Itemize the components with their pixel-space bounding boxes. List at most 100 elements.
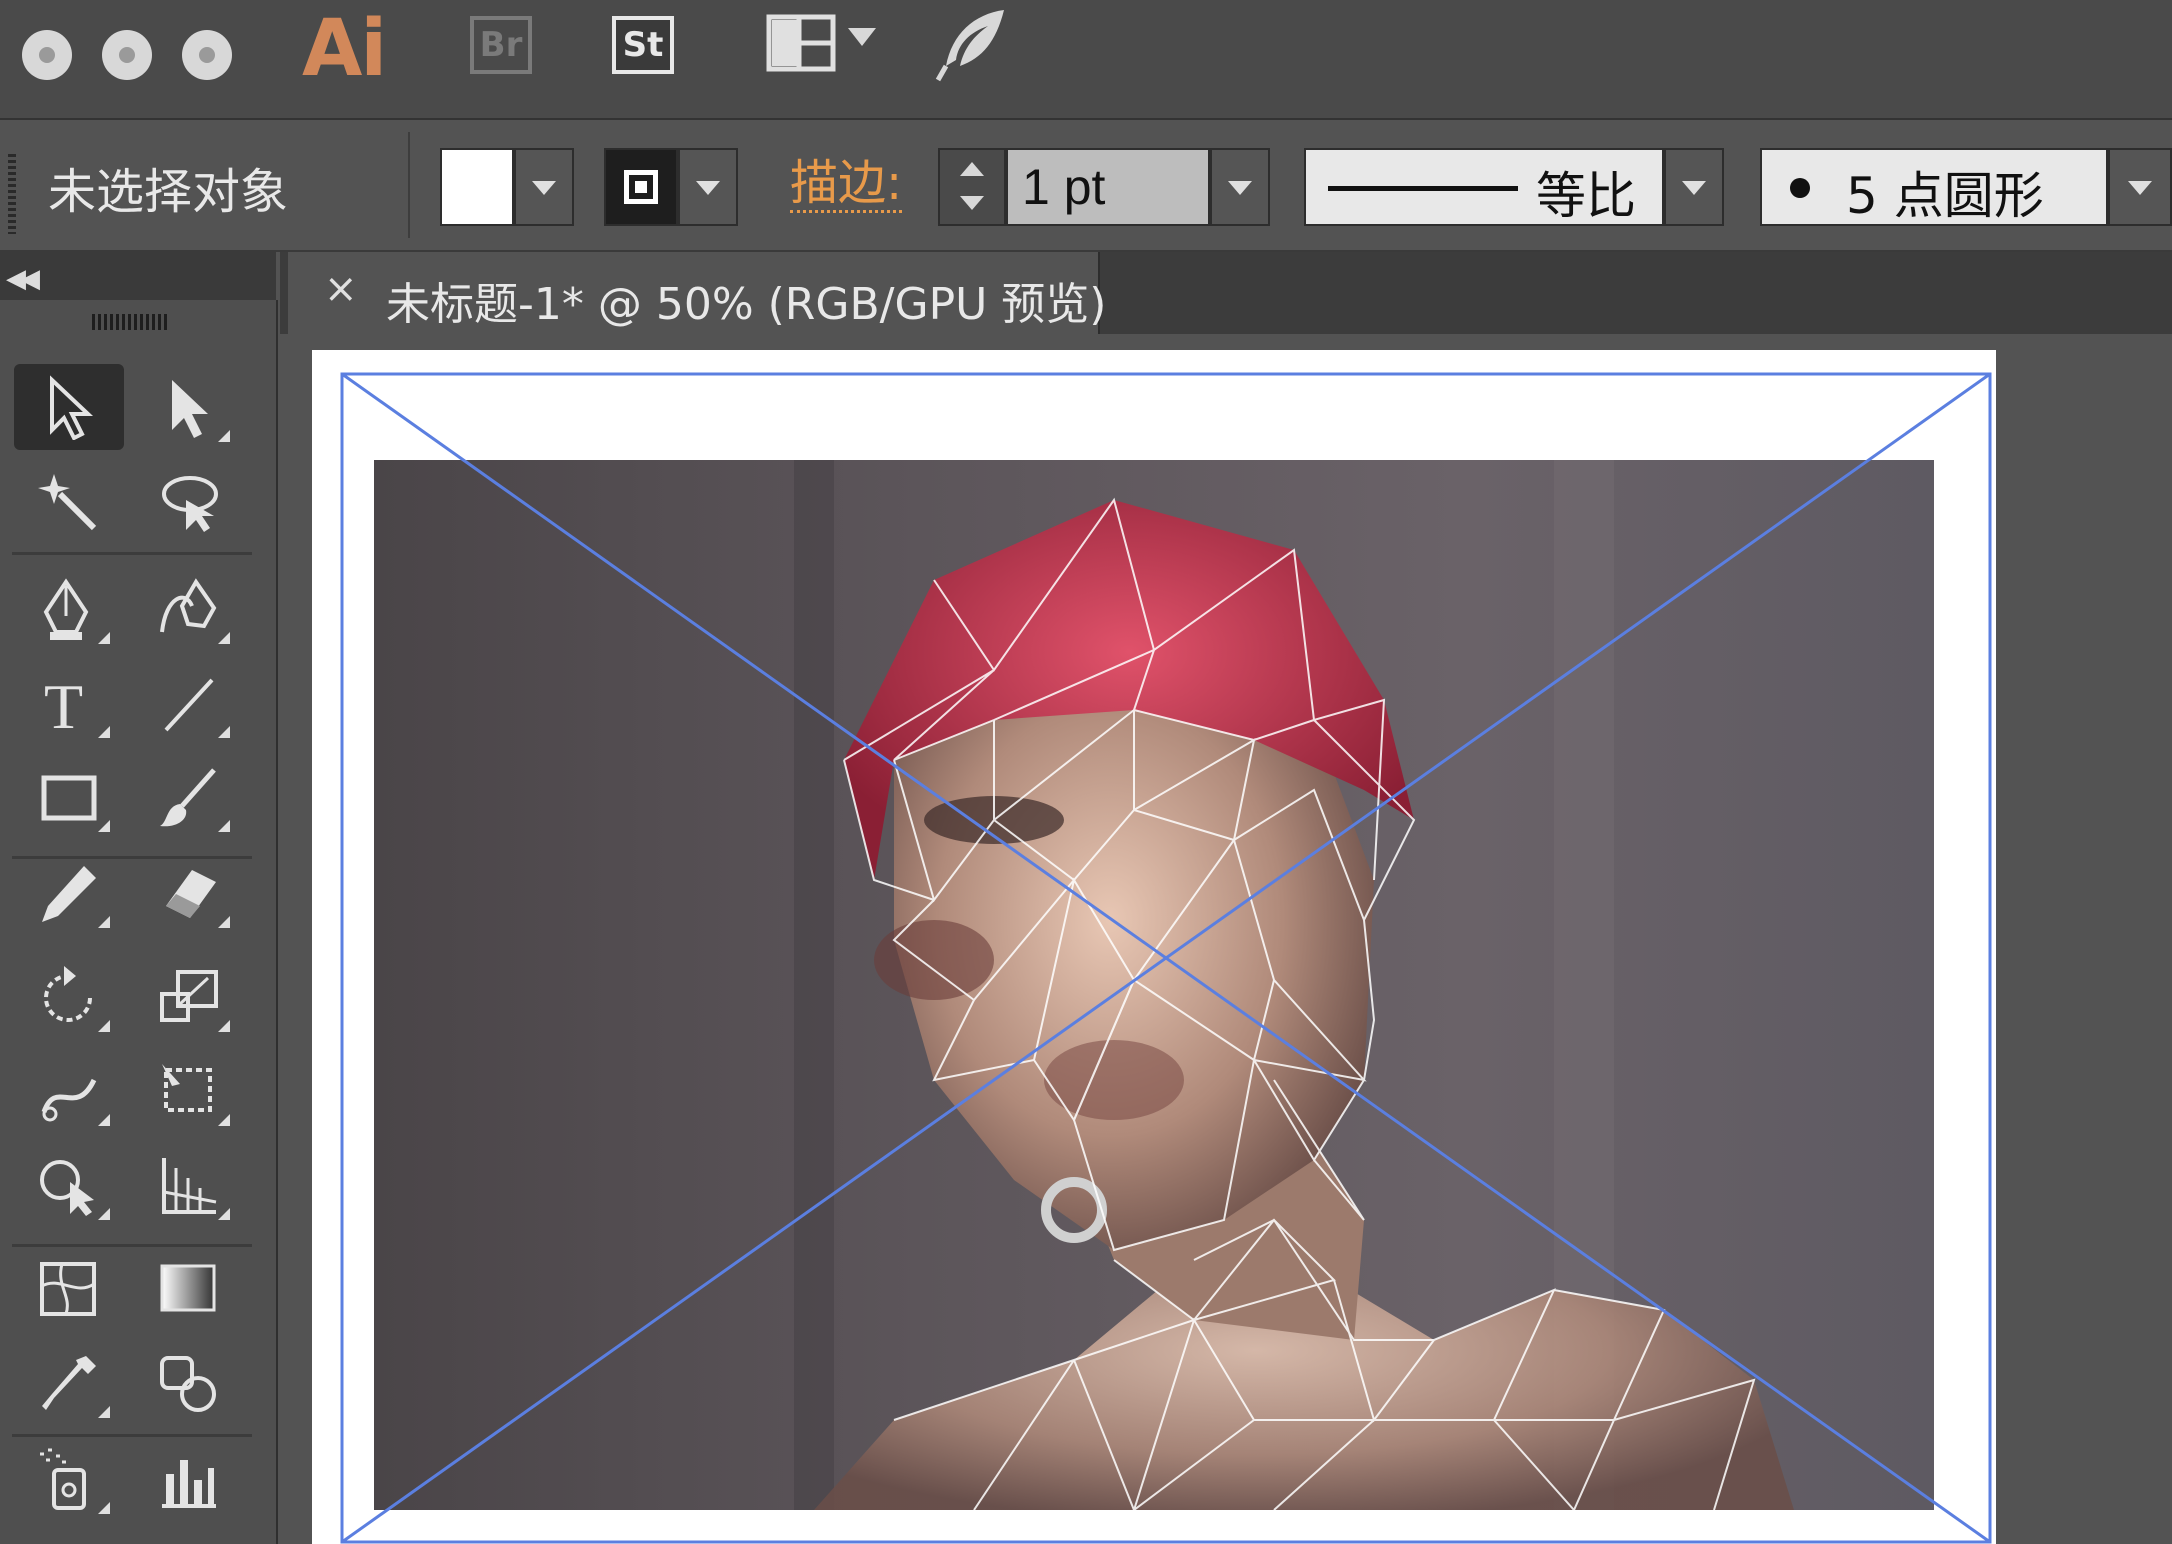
fill-dropdown-button[interactable] [514, 148, 574, 226]
lasso-tool-button[interactable] [134, 460, 244, 546]
control-bar: 未选择对象 描边: 1 pt 等比 5 点圆形 [0, 120, 2172, 252]
brush-label: 5 点圆形 [1846, 167, 2044, 225]
pen-tool-button[interactable] [14, 566, 124, 652]
more-tools-corner-icon [218, 1208, 230, 1220]
column-graph-tool-button[interactable] [134, 1436, 244, 1522]
panel-grip-handle[interactable] [92, 314, 170, 330]
decrement-arrow-icon[interactable] [960, 196, 984, 210]
gradient-tool-button[interactable] [134, 1246, 244, 1332]
line-segment-tool-icon [164, 678, 214, 732]
magic-wand-tool-icon [38, 474, 97, 531]
pencil-tool-button[interactable] [14, 850, 124, 936]
more-tools-corner-icon [98, 1114, 110, 1126]
paintbrush-tool-icon [160, 768, 216, 827]
round-brush-dot-icon [1790, 178, 1810, 198]
divider [408, 132, 410, 238]
minimize-window-button[interactable] [102, 30, 152, 80]
stock-button[interactable]: St [612, 16, 674, 74]
blend-tool-button[interactable] [134, 1340, 244, 1426]
more-tools-corner-icon [98, 726, 110, 738]
chevron-down-icon[interactable] [848, 28, 876, 46]
illustrator-logo: Ai [302, 4, 387, 94]
more-tools-corner-icon [98, 1406, 110, 1418]
free-transform-tool-icon [162, 1064, 212, 1112]
svg-text:T: T [44, 671, 83, 736]
perspective-grid-tool-icon [162, 1158, 217, 1214]
selection-bounding-box[interactable] [340, 372, 1992, 1544]
more-tools-corner-icon [218, 820, 230, 832]
tools-panel: T [0, 300, 278, 1544]
stroke-panel-link[interactable]: 描边: [790, 156, 903, 213]
more-tools-corner-icon [218, 916, 230, 928]
shape-builder-tool-button[interactable] [14, 1142, 124, 1228]
stroke-swatch-icon [624, 170, 658, 204]
gradient-tool-icon [160, 1264, 216, 1312]
line-segment-tool-button[interactable] [134, 660, 244, 746]
profile-line-preview [1328, 186, 1518, 191]
paintbrush-tool-button[interactable] [134, 754, 244, 840]
stroke-weight-input[interactable]: 1 pt [1006, 148, 1210, 226]
symbol-sprayer-tool-icon [40, 1448, 86, 1510]
profile-dropdown-button[interactable] [1664, 148, 1724, 226]
curvature-tool-icon [160, 578, 217, 633]
more-tools-corner-icon [98, 820, 110, 832]
warp-tool-button[interactable] [14, 1048, 124, 1134]
curvature-tool-button[interactable] [134, 566, 244, 652]
perspective-grid-tool-button[interactable] [134, 1142, 244, 1228]
scale-tool-button[interactable] [134, 954, 244, 1040]
close-tab-icon[interactable]: × [324, 266, 358, 312]
column-graph-tool-icon [162, 1460, 216, 1508]
free-transform-tool-button[interactable] [134, 1048, 244, 1134]
more-tools-corner-icon [98, 1020, 110, 1032]
application-bar: Ai Br St [0, 0, 2172, 120]
pencil-tool-icon [42, 866, 96, 922]
pen-tool-icon [43, 578, 89, 640]
eyedropper-tool-button[interactable] [14, 1340, 124, 1426]
brush-dropdown-button[interactable] [2108, 148, 2172, 226]
magic-wand-tool-button[interactable] [14, 460, 124, 546]
symbol-sprayer-tool-button[interactable] [14, 1436, 124, 1522]
selection-tool-button[interactable] [14, 364, 124, 450]
stroke-weight-dropdown-button[interactable] [1210, 148, 1270, 226]
increment-arrow-icon[interactable] [960, 162, 984, 176]
direct-selection-tool-button[interactable] [134, 364, 244, 450]
more-tools-corner-icon [98, 632, 110, 644]
bridge-button[interactable]: Br [470, 16, 532, 74]
arrange-documents-icon[interactable] [766, 14, 836, 72]
rotate-tool-icon [44, 966, 92, 1022]
stroke-color-swatch[interactable] [604, 148, 678, 226]
selection-status-label: 未选择对象 [48, 164, 289, 220]
profile-label: 等比 [1536, 167, 1636, 225]
eraser-tool-button[interactable] [134, 850, 244, 936]
mesh-tool-button[interactable] [14, 1246, 124, 1332]
more-tools-corner-icon [218, 726, 230, 738]
scale-tool-icon [160, 970, 218, 1022]
more-tools-corner-icon [218, 632, 230, 644]
mesh-tool-icon [40, 1262, 96, 1316]
zoom-window-button[interactable] [182, 30, 232, 80]
fill-color-swatch[interactable] [440, 148, 514, 226]
shape-builder-tool-icon [40, 1160, 94, 1216]
document-tab[interactable]: × 未标题-1* @ 50% (RGB/GPU 预览) [288, 252, 1106, 334]
more-tools-corner-icon [218, 1020, 230, 1032]
tools-panel-header: ◀◀ [0, 252, 276, 300]
collapse-panel-icon[interactable]: ◀◀ [6, 264, 40, 294]
panel-grip-handle[interactable] [8, 154, 16, 234]
stroke-weight-stepper[interactable] [938, 148, 1006, 226]
blend-tool-icon [160, 1356, 216, 1412]
more-tools-corner-icon [98, 916, 110, 928]
stroke-dropdown-button[interactable] [678, 148, 738, 226]
gpu-performance-feather-icon[interactable] [934, 4, 1014, 84]
rotate-tool-button[interactable] [14, 954, 124, 1040]
rectangle-tool-icon [41, 775, 97, 821]
rectangle-tool-button[interactable] [14, 754, 124, 840]
variable-width-profile-select[interactable]: 等比 [1304, 148, 1664, 226]
document-tab-bar: × 未标题-1* @ 50% (RGB/GPU 预览) [280, 252, 2172, 334]
type-tool-icon: T [44, 671, 83, 736]
eyedropper-tool-icon [42, 1356, 96, 1410]
direct-selection-tool-icon [172, 380, 208, 438]
close-window-button[interactable] [22, 30, 72, 80]
tool-group-divider [12, 552, 252, 555]
type-tool-button[interactable]: T [14, 660, 124, 746]
brush-definition-select[interactable]: 5 点圆形 [1760, 148, 2108, 226]
